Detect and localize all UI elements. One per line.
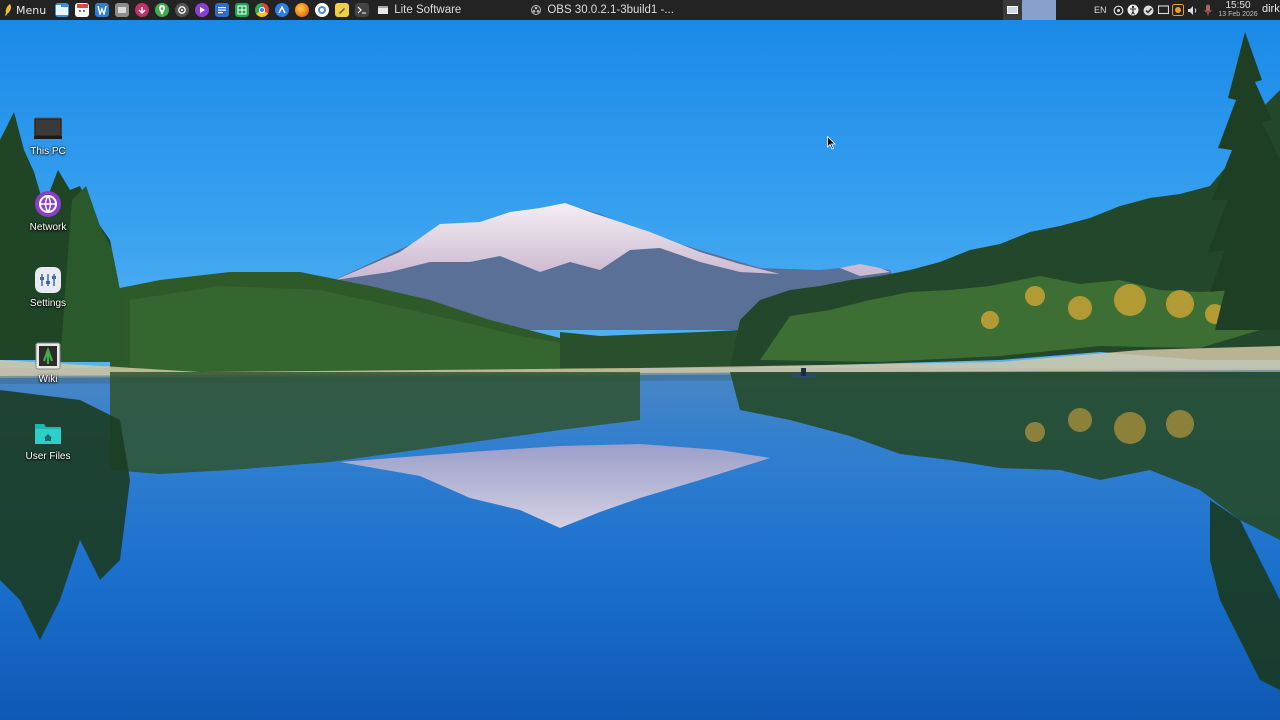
taskbar-item-obs[interactable]: OBS 30.0.2.1-3build1 -... xyxy=(531,0,674,20)
desktop-icon-user-files[interactable]: User Files xyxy=(12,418,84,462)
settings-icon xyxy=(33,265,63,295)
desktop-icon-label: Wiki xyxy=(38,374,58,385)
desktop-icon-label: Settings xyxy=(29,298,67,309)
text-editor-icon[interactable] xyxy=(95,3,110,17)
taskbar-item-lite-software[interactable]: Lite Software xyxy=(378,0,461,20)
network-globe-icon xyxy=(33,189,63,219)
menu-button[interactable]: Menu xyxy=(0,0,50,20)
desktop-icon-label: User Files xyxy=(25,451,71,462)
map-pin-icon[interactable] xyxy=(155,3,170,17)
document-icon[interactable] xyxy=(215,3,230,17)
desktop-icon-this-pc[interactable]: This PC xyxy=(12,113,84,157)
window-icon xyxy=(378,6,389,14)
firefox-icon[interactable] xyxy=(295,3,310,17)
shield-check-icon[interactable] xyxy=(1142,4,1154,16)
settings-gear-icon[interactable] xyxy=(175,3,190,17)
workspace-switcher xyxy=(1003,0,1056,20)
taskbar-item-label: Lite Software xyxy=(394,4,462,16)
workspace-1[interactable] xyxy=(1003,0,1022,20)
top-panel: Menu Lite Software OBS 30.0.2.1-3build1 … xyxy=(0,0,1280,20)
keyboard-layout-indicator[interactable]: EN xyxy=(1094,5,1107,15)
feather-logo-icon xyxy=(5,4,11,16)
accessibility-icon[interactable] xyxy=(1127,4,1139,16)
obs-icon xyxy=(531,5,542,15)
terminal-icon[interactable] xyxy=(355,3,370,17)
record-icon[interactable] xyxy=(135,3,150,17)
computer-icon xyxy=(33,113,63,143)
home-folder-icon xyxy=(33,418,63,448)
disk-utility-icon[interactable] xyxy=(115,3,130,17)
user-menu[interactable]: dirk xyxy=(1262,0,1280,20)
window-thumbnail xyxy=(1007,6,1018,14)
workspace-2[interactable] xyxy=(1022,0,1056,20)
file-manager-icon[interactable] xyxy=(55,3,70,17)
media-player-icon[interactable] xyxy=(195,3,210,17)
menu-label: Menu xyxy=(16,3,47,17)
clock-date: 13 Feb 2026 xyxy=(1218,11,1258,18)
quick-launch-bar xyxy=(52,3,372,17)
desktop-icon-settings[interactable]: Settings xyxy=(12,265,84,309)
screen-icon[interactable] xyxy=(1157,4,1169,16)
volume-icon[interactable] xyxy=(1187,4,1199,16)
updates-icon[interactable] xyxy=(1172,4,1185,16)
chromium-icon[interactable] xyxy=(315,3,330,17)
chrome-icon[interactable] xyxy=(255,3,270,17)
mouse-cursor-icon xyxy=(827,136,836,150)
microphone-icon[interactable] xyxy=(1202,4,1214,16)
desktop-wallpaper xyxy=(0,20,1280,720)
desktop-icon-label: This PC xyxy=(30,146,66,157)
desktop-icon-wiki[interactable]: Wiki xyxy=(12,341,84,385)
network-icon[interactable] xyxy=(1112,4,1124,16)
taskbar-item-label: OBS 30.0.2.1-3build1 -... xyxy=(547,4,674,16)
calendar-icon[interactable] xyxy=(75,3,90,17)
notes-icon[interactable] xyxy=(335,3,350,17)
clock-time: 15:50 xyxy=(1225,0,1251,11)
clock[interactable]: 15:50 13 Feb 2026 xyxy=(1214,1,1262,19)
system-tray: EN xyxy=(1094,0,1216,20)
desktop-icon-label: Network xyxy=(29,222,67,233)
wiki-icon xyxy=(33,341,63,371)
desktop-icon-network[interactable]: Network xyxy=(12,189,84,233)
spreadsheet-icon[interactable] xyxy=(235,3,250,17)
browser-icon[interactable] xyxy=(275,3,290,17)
